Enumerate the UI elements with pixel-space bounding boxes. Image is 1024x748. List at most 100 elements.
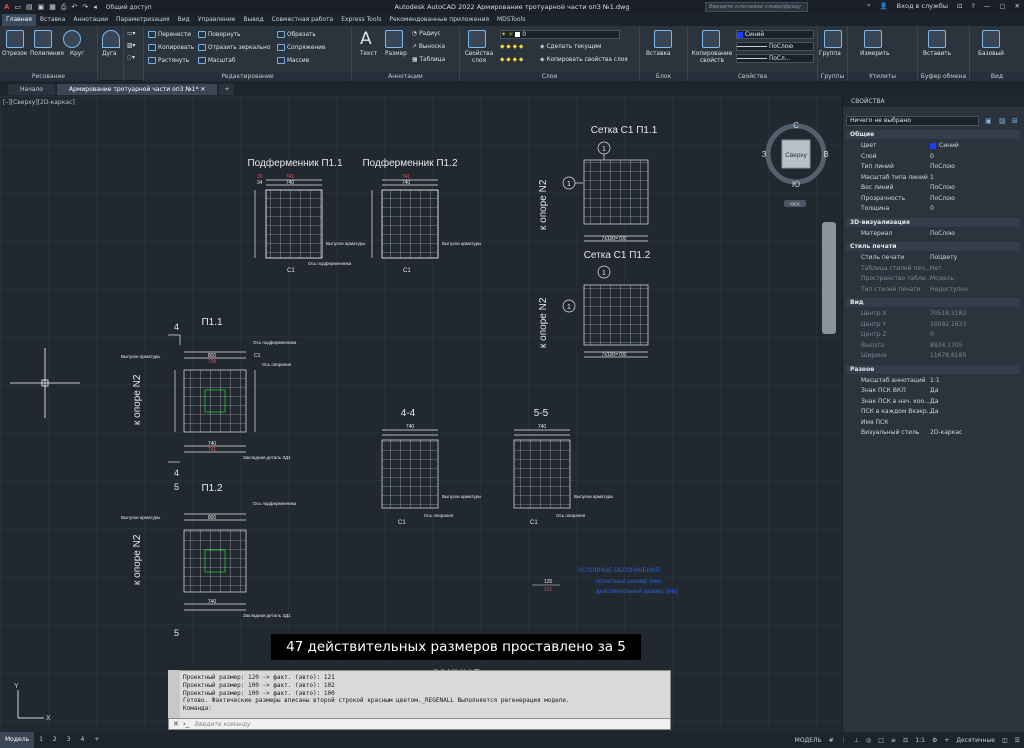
prop-row[interactable]: Визуальный стиль 2D-каркас <box>846 428 1020 438</box>
cart-icon[interactable]: ⊡ <box>957 2 962 10</box>
circle-icon[interactable] <box>63 30 81 48</box>
rotate-button[interactable]: Повернуть <box>198 31 241 38</box>
prop-row[interactable]: Знак ПСК в нач. коо... Да <box>846 397 1020 407</box>
saveas-icon[interactable]: ▦ <box>49 3 56 11</box>
tab-start[interactable]: Начало <box>8 84 55 95</box>
color-dropdown[interactable]: Синий <box>736 30 814 39</box>
prop-row[interactable]: Вес линий ПоСлою <box>846 183 1020 193</box>
viewcube-east[interactable]: В <box>823 150 828 159</box>
settings-icon[interactable]: ⚙ <box>932 737 937 744</box>
login-link[interactable]: Вход в службы <box>897 2 948 10</box>
trim-button[interactable]: Обрезать <box>277 31 316 38</box>
command-search-icon[interactable]: ›_ <box>183 720 189 728</box>
prop-row[interactable]: Тип стилей печати Недоступно <box>846 285 1020 295</box>
share-button[interactable]: Общий доступ <box>106 4 152 11</box>
prop-row[interactable]: Имя ПСК <box>846 418 1020 428</box>
clipboard-panel-title[interactable]: Буфер обмена <box>918 72 969 81</box>
undo-icon[interactable]: ↶ <box>72 3 78 11</box>
menu-tab-5[interactable]: Управление <box>194 14 240 26</box>
arc-icon[interactable] <box>102 30 120 48</box>
prop-row[interactable]: Материал ПоСлою <box>846 229 1020 239</box>
redo-icon[interactable]: ↷ <box>82 3 88 11</box>
print-icon[interactable]: ⎙ <box>61 3 67 12</box>
layer-dropdown[interactable]: ☀ ☼ 0 <box>500 30 620 39</box>
menu-tab-1[interactable]: Вставка <box>36 14 69 26</box>
prop-row[interactable]: Высота 8834.1705 <box>846 341 1020 351</box>
prop-row[interactable]: Центр Y 10092.1633 <box>846 320 1020 330</box>
layer-tools-row2[interactable]: ◆ ◆ ◆ ◆ <box>500 57 523 63</box>
close-command-icon[interactable]: ✕ <box>173 720 179 728</box>
open-icon[interactable]: ▤ <box>26 3 33 11</box>
layout-tab-1[interactable]: 1 <box>34 732 48 748</box>
selection-dropdown[interactable]: Ничего не выбрано <box>846 116 979 126</box>
menu-tab-7[interactable]: Совместная работа <box>268 14 338 26</box>
new-icon[interactable]: ▭ <box>14 3 21 11</box>
match-properties-icon[interactable] <box>702 30 720 48</box>
select-objects-icon[interactable]: ▨ <box>999 117 1006 125</box>
model-space-button[interactable]: МОДЕЛЬ <box>795 737 822 744</box>
search-icon[interactable]: ⌕ <box>867 1 871 10</box>
quick-select-icon[interactable]: ▣ <box>985 117 992 125</box>
dimension-button[interactable]: Размер <box>385 51 407 57</box>
prop-section-0[interactable]: Общие <box>846 130 1020 139</box>
grid-icon[interactable]: # <box>829 737 834 744</box>
layers-panel-title[interactable]: Слои <box>460 72 639 81</box>
viewport-controls[interactable]: [–][Сверху][2D-каркас] <box>3 99 75 106</box>
measure-icon[interactable] <box>864 30 882 48</box>
prop-section-1[interactable]: 3D-визуализация <box>846 217 1020 227</box>
prop-row[interactable]: Пространство табли... Модель <box>846 274 1020 284</box>
groups-panel-title[interactable]: Группы <box>818 72 847 81</box>
help-icon[interactable]: ? <box>971 2 974 10</box>
fillet-button[interactable]: Сопряжение <box>277 44 325 51</box>
prop-section-3[interactable]: Вид <box>846 298 1020 307</box>
block-panel-title[interactable]: Блок <box>640 72 687 81</box>
prop-row[interactable]: Центр X 70518.3182 <box>846 309 1020 319</box>
annotation-scale[interactable]: 1:1 <box>915 737 925 744</box>
line-button[interactable]: Отрезок <box>2 51 27 57</box>
stretch-button[interactable]: Растянуть <box>148 57 189 64</box>
polar-icon[interactable]: ◎ <box>866 737 871 744</box>
linetype-dropdown[interactable]: ПоСлою <box>736 42 814 51</box>
menu-tab-9[interactable]: Рекомендованные приложения <box>385 14 493 26</box>
save-icon[interactable]: ▣ <box>38 3 45 11</box>
match-properties-button[interactable]: Копирование свойств <box>690 51 734 65</box>
prop-row[interactable]: Знак ПСК ВКЛ Да <box>846 386 1020 396</box>
osnap-icon[interactable]: □ <box>878 737 884 744</box>
dimension-icon[interactable] <box>385 30 403 48</box>
utilities-panel-title[interactable]: Утилиты <box>848 72 917 81</box>
insert-block-icon[interactable] <box>654 30 672 48</box>
match-layer-button[interactable]: ◈ Копировать свойства слоя <box>540 57 628 63</box>
make-current-button[interactable]: ◈ Сделать текущим <box>540 44 601 50</box>
user-icon[interactable]: 👤 <box>880 2 888 10</box>
section-44[interactable] <box>381 429 439 509</box>
tab-drawing[interactable]: Армирование тротуарной части оп3 №1* ✕ <box>56 84 218 95</box>
layout-tab-4[interactable]: 4 <box>76 732 90 748</box>
share-icon[interactable]: ◂ <box>93 3 97 11</box>
prop-row[interactable]: Стиль печати ПоЦвету <box>846 253 1020 263</box>
insert-block-button[interactable]: Вставка <box>646 51 671 57</box>
minimize-icon[interactable]: — <box>984 2 991 10</box>
app-menu-icon[interactable]: A <box>4 3 9 11</box>
viewcube-south[interactable]: Ю <box>792 180 800 189</box>
rect-icon[interactable]: ▭▾ <box>127 31 135 37</box>
annotation-scale-icon[interactable]: ⚖ <box>903 737 908 744</box>
base-view-icon[interactable] <box>982 30 1000 48</box>
radius-button[interactable]: ◔ Радиус <box>412 31 441 37</box>
wcs-menu[interactable]: МСК <box>790 202 800 207</box>
prop-section-4[interactable]: Разное <box>846 364 1020 374</box>
new-tab-icon[interactable]: + <box>219 84 235 95</box>
viewcube-top-label[interactable]: Сверху <box>785 152 807 159</box>
menu-tab-0[interactable]: Главная <box>2 14 36 26</box>
lineweight-icon[interactable]: ≡ <box>891 737 896 744</box>
ortho-icon[interactable]: ⊥ <box>854 737 859 744</box>
prop-row[interactable]: Слой 0 <box>846 152 1020 162</box>
viewcube-north[interactable]: С <box>793 121 799 130</box>
workspace-icon[interactable]: ◫ <box>1002 737 1008 744</box>
menu-tab-2[interactable]: Аннотации <box>69 14 112 26</box>
close-tab-icon[interactable]: ✕ <box>200 86 205 93</box>
menu-tab-4[interactable]: Вид <box>174 14 194 26</box>
circle-button[interactable]: Круг <box>70 51 84 57</box>
array-button[interactable]: Массив <box>277 57 309 64</box>
layout-tab-3[interactable]: 3 <box>62 732 76 748</box>
paste-button[interactable]: Вставить <box>923 51 951 57</box>
